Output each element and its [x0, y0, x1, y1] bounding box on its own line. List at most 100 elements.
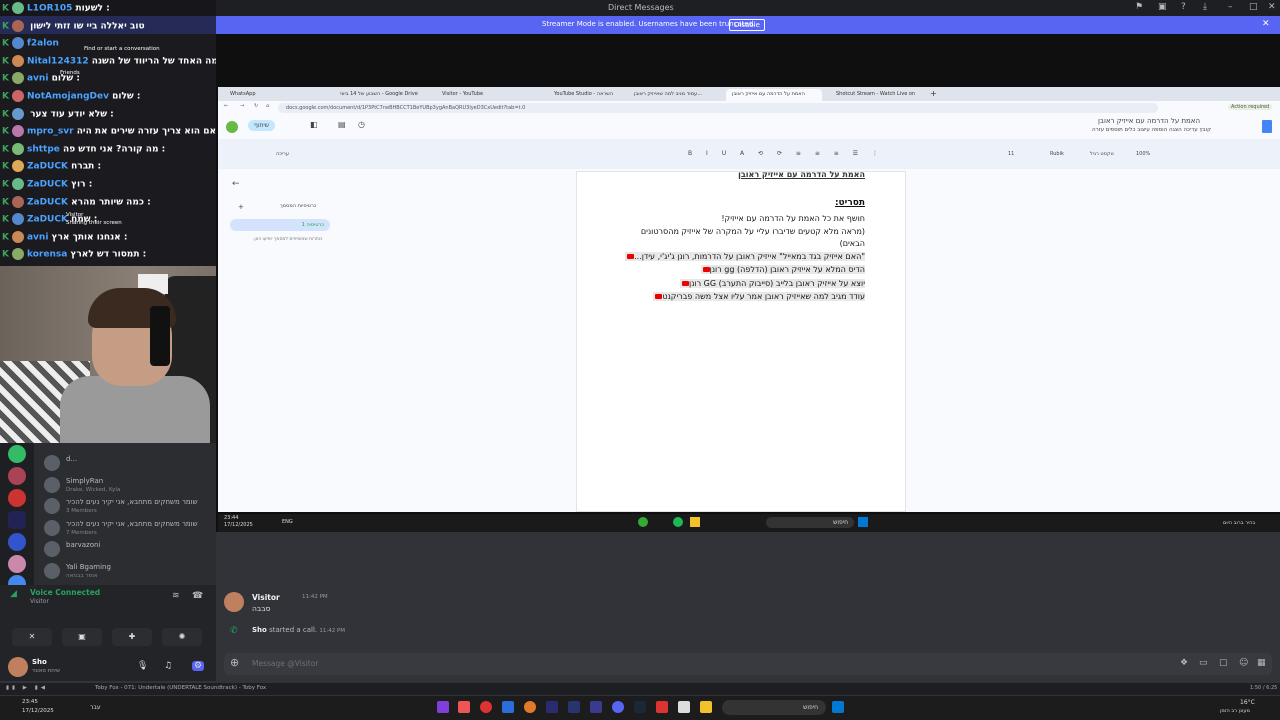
app-icon[interactable] [437, 701, 449, 713]
dm-item[interactable]: שומר משחקים מתחבא, אני יקיר נעים להכיר 3 … [42, 496, 212, 518]
history-icon[interactable]: ◷ [358, 120, 365, 129]
dm-item[interactable]: שומר משחקים מתחבא, אני יקיר נעים להכיר 7 … [42, 518, 212, 540]
inbox-icon[interactable]: ⚑ [1135, 2, 1143, 12]
back-icon[interactable]: ← [224, 103, 228, 109]
home-icon[interactable]: ⌂ [266, 103, 269, 109]
doc-link-text[interactable]: יוצא על אייזיק ראובן בלייב (סייבוק התערב… [689, 279, 865, 288]
dm-item[interactable]: SimplyRan Drake, Wicked, Kyla [42, 475, 212, 497]
premiere-icon[interactable] [590, 701, 602, 713]
camera-off-button[interactable]: ✕ [12, 628, 52, 646]
minimize-button[interactable]: – [1228, 2, 1233, 12]
discord-icon[interactable] [612, 701, 624, 713]
language-indicator[interactable]: עבר [90, 704, 101, 711]
browser-tab[interactable]: Visitor - YouTube [436, 89, 532, 101]
font-select[interactable]: Rubik [1050, 151, 1064, 157]
gear-icon[interactable]: ⚙ [192, 661, 205, 671]
windows-icon[interactable] [858, 517, 868, 527]
server-icon[interactable] [8, 489, 26, 507]
app-icon[interactable] [638, 517, 648, 527]
share-button[interactable]: שיתוף [248, 120, 276, 131]
comment-icon[interactable]: ▤ [338, 120, 346, 129]
message-author[interactable]: Visitor [252, 593, 280, 602]
obs-icon[interactable] [524, 701, 536, 713]
dm-item[interactable]: barvazoni [42, 539, 212, 561]
doc-page[interactable]: האמת על הדרמה עם אייזיק ראובן תסריט: חוש… [576, 170, 906, 512]
server-icon[interactable] [8, 555, 26, 573]
sticker-icon[interactable]: ▢ [1219, 658, 1228, 668]
add-attachment-icon[interactable]: ⊕ [230, 656, 239, 669]
windows-icon[interactable] [832, 701, 844, 713]
avatar[interactable] [8, 657, 28, 677]
media-controls[interactable]: ▮▮ ▶ ▮◀ [6, 685, 48, 691]
server-icon[interactable] [8, 511, 26, 529]
app-icon[interactable] [656, 701, 668, 713]
spotify-icon[interactable] [673, 517, 683, 527]
style-select[interactable]: טקסט רגיל [1090, 151, 1114, 157]
gift-icon[interactable]: ❖ [1180, 658, 1188, 668]
disable-button[interactable]: Disable [729, 19, 765, 31]
search-box[interactable]: חיפוש [722, 700, 826, 715]
message-input[interactable]: ⊕ Message @Visitor ❖ ▭ ▢ ☺ ▦ [224, 653, 1272, 675]
action-required-badge[interactable]: Action required [1228, 104, 1273, 110]
avatar[interactable] [226, 121, 238, 133]
close-icon[interactable]: ✕ [1262, 19, 1270, 29]
format-icons[interactable]: B I U A ⟲ ⟳ ≡ ≡ ≡ ☰ ⋮ [688, 150, 884, 157]
apps-icon[interactable]: ▦ [1257, 658, 1266, 668]
avatar [11, 107, 24, 120]
browser-tab[interactable]: Shotcut Stream - Watch Live on [830, 89, 926, 101]
forward-icon[interactable]: → [240, 103, 244, 109]
folder-icon[interactable] [700, 701, 712, 713]
docs-icon[interactable] [502, 701, 514, 713]
find-conversation-input[interactable]: Find or start a conversation [84, 46, 160, 52]
meet-icon[interactable]: ◧ [310, 120, 318, 129]
help-icon[interactable]: ? [1181, 2, 1186, 12]
edit-mode[interactable]: עריכה [276, 151, 289, 157]
inner-search[interactable]: חיפוש [766, 517, 854, 528]
soundboard-button[interactable]: ✺ [162, 628, 202, 646]
avatar[interactable] [224, 592, 244, 612]
reload-icon[interactable]: ↻ [254, 103, 258, 109]
screen-share-button[interactable]: ▣ [62, 628, 102, 646]
browser-tab[interactable]: האמת על הדרמה עם אייזיק ראובן [726, 89, 822, 101]
new-tab-button[interactable]: + [930, 89, 937, 98]
zoom-select[interactable]: 100% [1136, 151, 1150, 157]
steam-icon[interactable] [634, 701, 646, 713]
headphones-icon[interactable]: ♫ [164, 661, 172, 671]
doc-link-text[interactable]: "האם אייזיק בגד במאייל" אייזיק ראובן על … [634, 252, 865, 261]
outline-tab[interactable]: כרטיסיה 1 [230, 219, 330, 231]
add-tab-icon[interactable]: + [238, 203, 244, 211]
browser-tab[interactable]: WhatsApp [224, 89, 320, 101]
inner-lang[interactable]: ENG [282, 519, 293, 525]
chrome-icon[interactable] [480, 701, 492, 713]
docs-menu[interactable]: קובץ עריכה הצגה הוספה עיצוב כלים תוספים … [1092, 127, 1211, 133]
emoji-icon[interactable]: ☺ [1239, 658, 1248, 668]
browser-tab[interactable]: עמוד מניב למה שאייזיק ראובן... [628, 89, 724, 101]
mic-icon[interactable]: 🎙 [137, 661, 148, 671]
url-input[interactable]: docs.google.com/document/d/1P3PtC7neBHBC… [278, 103, 1158, 113]
doc-title[interactable]: האמת על הדרמה עם אייזיק ראובן [1098, 117, 1200, 125]
server-icon[interactable] [8, 445, 26, 463]
app-icon[interactable] [458, 701, 470, 713]
browser-tab[interactable] [528, 89, 546, 101]
folder-icon[interactable] [690, 517, 700, 527]
dm-item[interactable]: Yali Bgaming אומר בבנזאה [42, 561, 212, 583]
server-icon[interactable] [8, 467, 26, 485]
doc-link-text[interactable]: הדיס המלא על אייזיק ראובן (הדלפה) gg רונ… [710, 265, 865, 274]
size-select[interactable]: 11 [1008, 151, 1014, 157]
dm-item[interactable]: d... [42, 453, 212, 475]
disconnect-icon[interactable]: ☎ [192, 591, 203, 601]
close-button[interactable]: ✕ [1268, 2, 1276, 12]
premiere-icon[interactable] [546, 701, 558, 713]
maximize-button[interactable]: □ [1249, 2, 1258, 12]
back-arrow-icon[interactable]: ← [232, 179, 240, 189]
noise-icon[interactable]: ≋ [172, 591, 180, 601]
after-effects-icon[interactable] [568, 701, 580, 713]
doc-link-text[interactable]: עודד מגיב למה שאייזיק ראובן אמר עליו אצל… [662, 292, 865, 301]
app-icon[interactable] [678, 701, 690, 713]
gif-icon[interactable]: ▭ [1199, 658, 1208, 668]
activity-button[interactable]: ✚ [112, 628, 152, 646]
server-icon[interactable] [8, 533, 26, 551]
download-icon[interactable]: ⤓ [1203, 2, 1207, 12]
screen-icon[interactable]: ▣ [1158, 2, 1167, 12]
browser-tab[interactable]: השבוע של 14 ביוני - Google Drive [334, 89, 430, 101]
